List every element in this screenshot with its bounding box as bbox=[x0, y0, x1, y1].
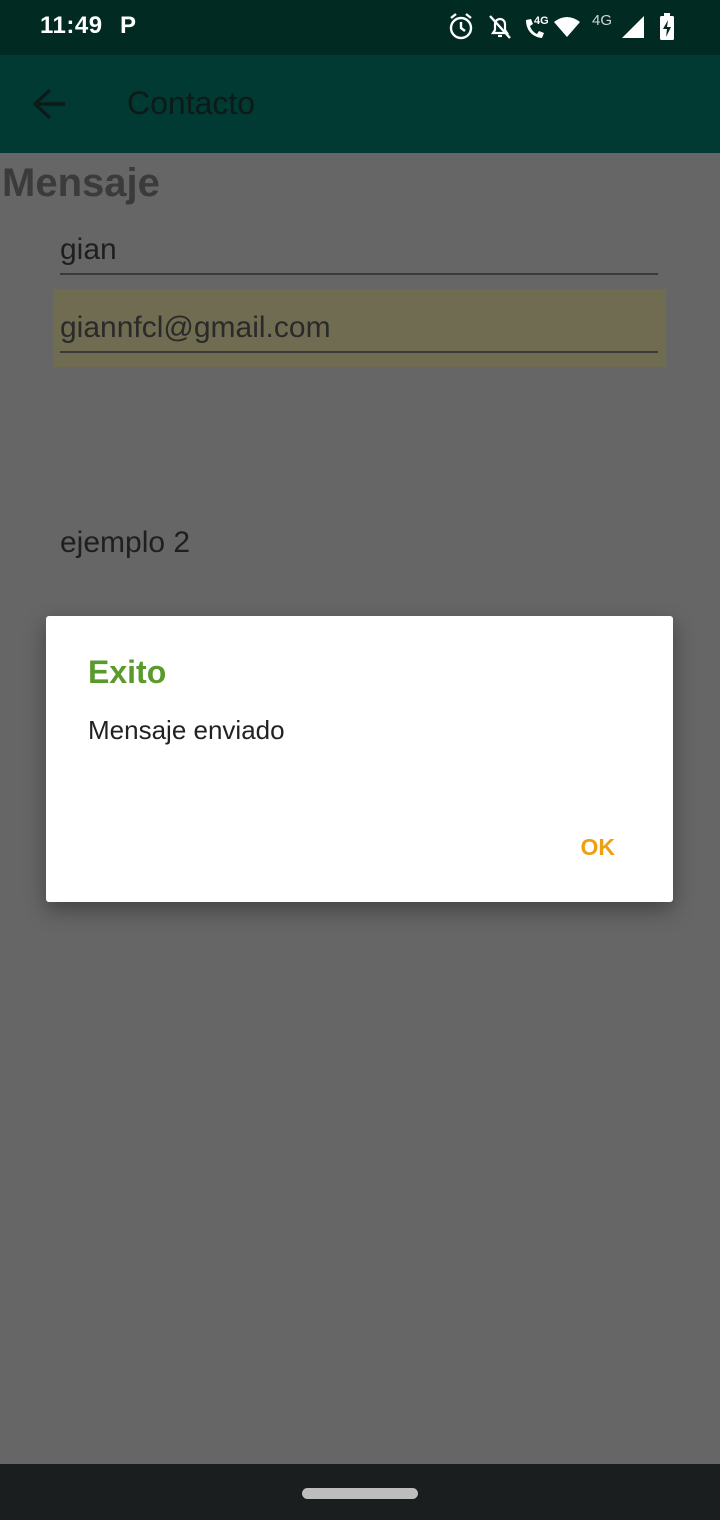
signal-4g-icon bbox=[622, 16, 644, 38]
dialog-title: Exito bbox=[88, 654, 167, 690]
page-title: Contacto bbox=[127, 85, 256, 121]
volte-label: 4G bbox=[534, 15, 549, 27]
email-field[interactable]: giannfcl@gmail.com bbox=[60, 311, 658, 353]
app-bar: Contacto bbox=[0, 55, 720, 153]
form-heading: Mensaje bbox=[2, 161, 160, 205]
dialog-message: Mensaje enviado bbox=[88, 715, 285, 745]
wifi-icon bbox=[554, 17, 580, 37]
screen: 11:49 P 4G 4G Contacto Mensaje gian gian… bbox=[0, 0, 720, 1520]
notifications-off-icon bbox=[489, 15, 511, 39]
network-label: 4G bbox=[592, 12, 613, 29]
message-field[interactable]: ejemplo 2 bbox=[60, 526, 190, 560]
navigation-bar bbox=[0, 1464, 720, 1520]
alarm-icon bbox=[449, 13, 473, 40]
home-gesture-handle[interactable] bbox=[302, 1488, 418, 1499]
alert-dialog: Exito Mensaje enviado OK bbox=[46, 616, 673, 902]
ok-button[interactable]: OK bbox=[581, 834, 616, 861]
parking-icon: P bbox=[120, 12, 137, 39]
battery-charging-icon bbox=[660, 13, 674, 40]
arrow-back-icon[interactable] bbox=[30, 87, 70, 121]
name-field[interactable]: gian bbox=[60, 233, 658, 275]
status-time: 11:49 bbox=[40, 12, 103, 39]
status-bar: 11:49 P 4G 4G bbox=[0, 0, 720, 55]
